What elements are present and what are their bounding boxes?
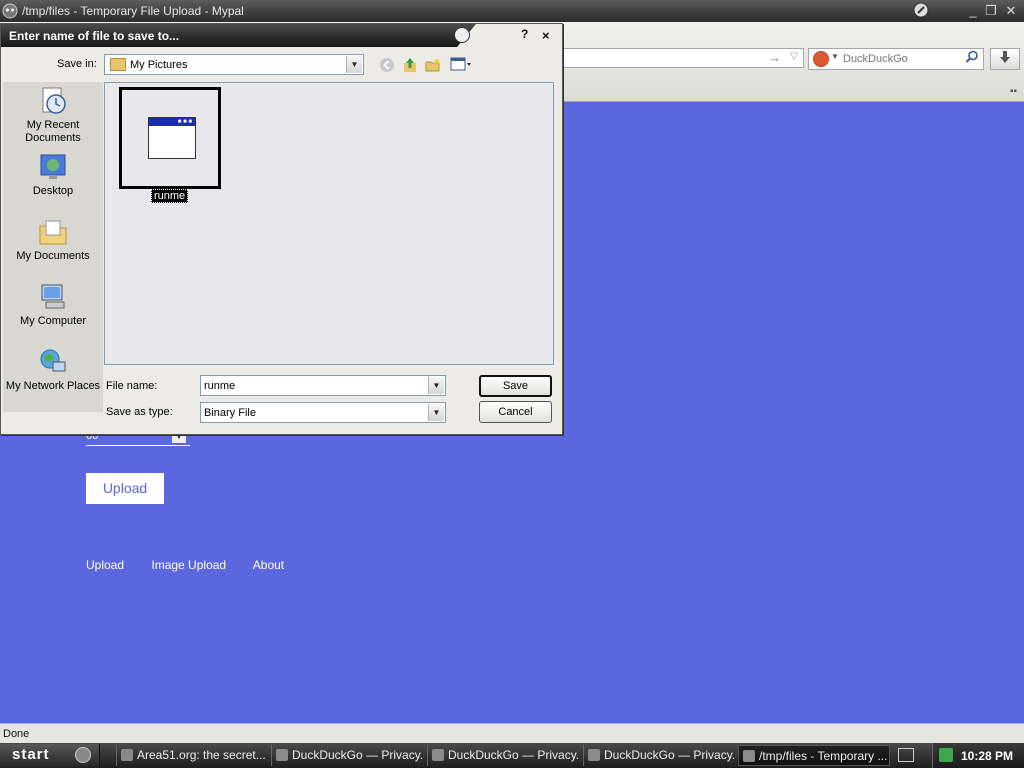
browser-icon [588, 749, 600, 761]
start-label: start [12, 746, 50, 763]
file-name-label: File name: [106, 380, 158, 392]
mypal-app-icon [2, 3, 18, 19]
cancel-button[interactable]: Cancel [479, 401, 552, 423]
window-title: /tmp/files - Temporary File Upload - Myp… [22, 4, 244, 18]
recent-documents-icon [42, 87, 66, 114]
toolbar-grip-icon[interactable]: ▪▪ [1010, 86, 1017, 97]
view-menu-icon[interactable] [449, 57, 473, 73]
new-folder-icon[interactable] [424, 57, 442, 73]
save-as-type-label: Save as type: [106, 406, 173, 418]
dialog-close-button[interactable]: × [542, 28, 550, 43]
url-history-dropdown-icon[interactable]: ▽ [790, 51, 798, 62]
file-item-label[interactable]: runme [151, 189, 189, 203]
browser-icon [121, 749, 133, 761]
browser-icon [276, 749, 288, 761]
downloads-button[interactable] [990, 48, 1020, 70]
save-file-dialog: Enter name of file to save to... ? × Sav… [0, 23, 563, 435]
dialog-title: Enter name of file to save to... [9, 29, 180, 43]
browser-icon [432, 749, 444, 761]
status-text: Done [3, 728, 30, 740]
browser-icon [743, 750, 755, 762]
restore-button[interactable]: ❐ [982, 2, 1000, 20]
dialog-titlebar: Enter name of file to save to... ? × [1, 24, 562, 47]
my-documents-icon [39, 220, 67, 245]
save-in-combo[interactable]: My Pictures ▼ [104, 54, 364, 75]
file-item-selected[interactable]: ■ ■ ■ [119, 87, 221, 189]
status-bar: Done [0, 723, 1024, 743]
taskbar-item[interactable]: DuckDuckGo — Privacy... [427, 745, 579, 766]
start-button[interactable]: start [0, 744, 100, 767]
url-bar[interactable]: → ▽ [560, 48, 804, 68]
search-engine-placeholder[interactable]: DuckDuckGo [843, 53, 908, 65]
save-as-type-value: Binary File [204, 407, 256, 419]
taskbar-item[interactable]: DuckDuckGo — Privacy... [271, 745, 423, 766]
save-in-value: My Pictures [130, 59, 188, 71]
place-desktop[interactable]: Desktop [3, 152, 103, 198]
search-bar[interactable]: ▼ DuckDuckGo [808, 48, 984, 70]
taskbar-item[interactable]: Area51.org: the secret... [116, 745, 268, 766]
place-my-network-places[interactable]: My Network Places [3, 347, 103, 393]
system-tray: 10:28 PM [932, 743, 1024, 768]
help-button[interactable]: ? [521, 27, 528, 41]
keyboard-icon[interactable] [898, 748, 914, 762]
folder-icon [110, 58, 126, 71]
place-my-documents[interactable]: My Documents [3, 217, 103, 263]
taskbar-item-active[interactable]: /tmp/files - Temporary ... [738, 745, 890, 766]
upload-link[interactable]: Upload [86, 558, 124, 572]
network-places-icon [40, 349, 66, 372]
chevron-down-icon[interactable]: ▼ [428, 404, 444, 421]
back-icon[interactable] [378, 57, 396, 73]
file-name-value[interactable]: runme [204, 380, 235, 392]
up-folder-icon[interactable] [401, 57, 419, 73]
save-as-type-select[interactable]: Binary File ▼ [200, 402, 446, 423]
save-button[interactable]: Save [479, 375, 552, 397]
chevron-down-icon[interactable]: ▼ [428, 377, 444, 394]
application-file-icon: ■ ■ ■ [148, 117, 196, 159]
search-icon[interactable] [965, 50, 979, 67]
download-arrow-icon [1000, 51, 1010, 63]
image-upload-link[interactable]: Image Upload [151, 558, 226, 572]
place-my-recent-documents[interactable]: My Recent Documents [3, 86, 103, 145]
minimize-button[interactable]: _ [964, 2, 982, 20]
footer-links: Upload Image Upload About [86, 558, 308, 572]
close-window-button[interactable]: ✕ [1002, 2, 1020, 20]
taskbar: start Area51.org: the secret... DuckDuck… [0, 743, 1024, 768]
about-link[interactable]: About [253, 558, 284, 572]
chevron-down-icon[interactable]: ▼ [346, 56, 362, 73]
upload-button[interactable]: Upload [86, 473, 164, 504]
my-computer-icon [41, 284, 65, 309]
desktop-icon [40, 154, 66, 179]
places-bar: My Recent Documents Desktop My Documents… [3, 82, 103, 412]
start-logo-icon [75, 747, 91, 763]
mode-icon[interactable] [912, 2, 930, 20]
dialog-mode-icon[interactable] [454, 27, 470, 43]
browser-titlebar: /tmp/files - Temporary File Upload - Myp… [0, 0, 1024, 22]
engine-dropdown-icon[interactable]: ▼ [831, 52, 839, 61]
clock[interactable]: 10:28 PM [961, 749, 1013, 763]
place-my-computer[interactable]: My Computer [3, 282, 103, 328]
taskbar-item[interactable]: DuckDuckGo — Privacy... [583, 745, 735, 766]
file-list-view[interactable]: ■ ■ ■ runme [104, 82, 554, 365]
network-icon[interactable] [939, 748, 953, 762]
file-name-input[interactable]: runme ▼ [200, 375, 446, 396]
save-in-label: Save in: [57, 58, 97, 70]
go-arrow-icon[interactable]: → [768, 50, 781, 65]
duckduckgo-icon[interactable] [813, 51, 829, 67]
